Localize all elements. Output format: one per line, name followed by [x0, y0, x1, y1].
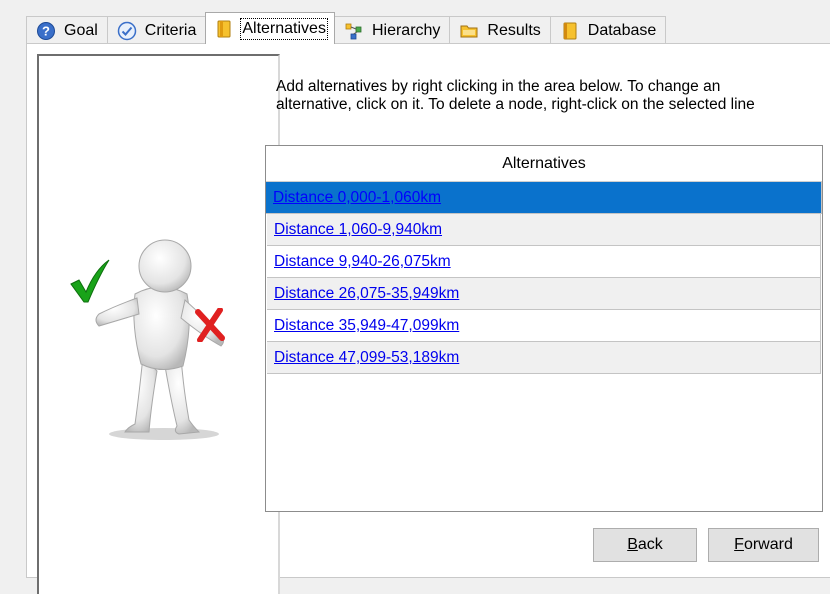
alternative-link[interactable]: Distance 0,000-1,060km: [273, 189, 441, 206]
tab-strip: ? Goal Criteria Alternatives Hierarchy R…: [26, 12, 667, 44]
alternatives-grid[interactable]: Alternatives Distance 0,000-1,060km Dista…: [265, 145, 823, 512]
tab-goal[interactable]: ? Goal: [26, 16, 108, 44]
grid-rows: Distance 0,000-1,060km Distance 1,060-9,9…: [266, 182, 822, 374]
illustration-frame: [37, 54, 280, 594]
svg-text:?: ?: [42, 23, 50, 38]
forward-button[interactable]: Forward: [708, 528, 819, 562]
alternative-link[interactable]: Distance 35,949-47,099km: [274, 317, 459, 334]
alternative-link[interactable]: Distance 1,060-9,940km: [274, 221, 442, 238]
red-cross-icon: [195, 308, 225, 342]
tab-hierarchy[interactable]: Hierarchy: [333, 16, 451, 44]
table-row[interactable]: Distance 0,000-1,060km: [266, 182, 822, 214]
instructions-text: Add alternatives by right clicking in th…: [276, 78, 755, 113]
table-row[interactable]: Distance 1,060-9,940km: [267, 214, 821, 246]
tab-hierarchy-label: Hierarchy: [371, 21, 441, 39]
table-row[interactable]: Distance 9,940-26,075km: [267, 246, 821, 278]
check-circle-icon: [117, 21, 137, 40]
tab-results[interactable]: Results: [449, 16, 551, 44]
table-row[interactable]: Distance 35,949-47,099km: [267, 310, 821, 342]
alternative-link[interactable]: Distance 9,940-26,075km: [274, 253, 451, 270]
hierarchy-icon: [345, 23, 362, 39]
forward-button-mnemonic: F: [734, 536, 744, 553]
tab-database[interactable]: Database: [549, 16, 667, 44]
table-row[interactable]: Distance 26,075-35,949km: [267, 278, 821, 310]
question-icon: ?: [37, 21, 55, 40]
tab-database-label: Database: [587, 21, 657, 39]
grid-column-header[interactable]: Alternatives: [266, 146, 822, 182]
folder-icon: [460, 25, 478, 37]
back-button-mnemonic: B: [627, 536, 638, 553]
table-row[interactable]: Distance 47,099-53,189km: [267, 342, 821, 374]
green-check-icon: [70, 259, 110, 303]
alternatives-panel: Add alternatives by right clicking in th…: [26, 43, 830, 594]
book-icon: [563, 22, 577, 39]
document-icon: [217, 20, 231, 37]
tab-goal-label: Goal: [64, 21, 98, 39]
tab-alternatives[interactable]: Alternatives: [205, 12, 335, 44]
tab-results-label: Results: [487, 21, 541, 39]
tab-alternatives-label: Alternatives: [240, 17, 328, 40]
back-button-label: ack: [637, 536, 663, 553]
alternative-link[interactable]: Distance 47,099-53,189km: [274, 349, 459, 366]
tab-criteria[interactable]: Criteria: [106, 16, 207, 44]
forward-button-label: orward: [743, 536, 793, 553]
tab-criteria-label: Criteria: [144, 21, 197, 39]
alternative-link[interactable]: Distance 26,075-35,949km: [274, 285, 459, 302]
back-button[interactable]: Back: [593, 528, 697, 562]
